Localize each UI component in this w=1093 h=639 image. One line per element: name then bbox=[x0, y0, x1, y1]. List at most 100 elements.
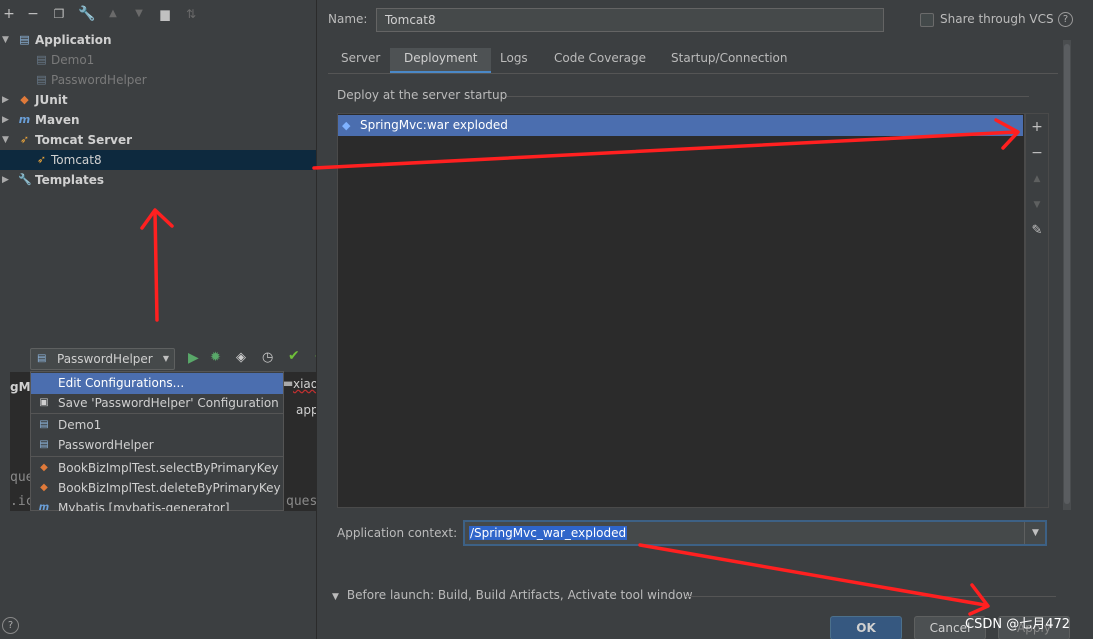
remove-icon[interactable]: − bbox=[1027, 143, 1047, 163]
application-icon: ▤ bbox=[39, 439, 49, 450]
share-vcs-label[interactable]: Share through VCS bbox=[940, 12, 1054, 26]
tree-item-templates[interactable]: ▶ 🔧 Templates bbox=[0, 170, 316, 190]
tomcat-icon: ➶ bbox=[36, 153, 47, 166]
collapse-arrow-icon[interactable]: ▶ bbox=[2, 110, 12, 130]
tab-deployment[interactable]: Deployment bbox=[390, 48, 492, 74]
menu-item-label: Edit Configurations... bbox=[58, 376, 185, 390]
tab-code-coverage[interactable]: Code Coverage bbox=[554, 48, 646, 74]
run-config-selector[interactable]: ▤ PasswordHelper ▼ bbox=[30, 348, 175, 370]
collapse-arrow-icon[interactable]: ▶ bbox=[2, 90, 12, 110]
chevron-down-icon[interactable]: ▼ bbox=[1024, 522, 1046, 544]
configuration-tree-panel: + − ❐ 🔧 ▲ ▼ ▆ ⇅ ▼ ▤ Application ▤ Demo1 … bbox=[0, 0, 316, 605]
menu-item-label: Save 'PasswordHelper' Configuration bbox=[58, 396, 279, 410]
junit-icon: ◆ bbox=[20, 93, 29, 106]
application-context-label: Application context: bbox=[337, 526, 458, 540]
tree-item-passwordhelper[interactable]: ▤ PasswordHelper bbox=[0, 70, 316, 90]
tree-item-application[interactable]: ▼ ▤ Application bbox=[0, 30, 316, 50]
test-icon: ◆ bbox=[40, 462, 48, 473]
copy-icon[interactable]: ❐ bbox=[50, 5, 68, 23]
name-input[interactable]: Tomcat8 bbox=[376, 8, 884, 32]
collapse-arrow-icon[interactable]: ▶ bbox=[2, 170, 12, 190]
menu-item-demo1[interactable]: ▤ Demo1 bbox=[31, 415, 283, 436]
help-icon[interactable]: ? bbox=[2, 617, 19, 634]
profile-icon[interactable]: ◷ bbox=[262, 350, 273, 365]
tree-item-tomcat-server[interactable]: ▼ ➶ Tomcat Server bbox=[0, 130, 316, 150]
menu-separator bbox=[31, 413, 283, 414]
expand-arrow-icon[interactable]: ▼ bbox=[2, 130, 12, 150]
sort-icon[interactable]: ⇅ bbox=[182, 5, 200, 23]
menu-separator bbox=[31, 456, 283, 457]
tree-item-label: Demo1 bbox=[51, 53, 95, 67]
tree-item-label: Tomcat Server bbox=[35, 133, 133, 147]
application-icon: ▤ bbox=[39, 419, 49, 430]
tree-item-label: Maven bbox=[35, 113, 80, 127]
before-launch-label: Before launch: Build, Build Artifacts, A… bbox=[346, 588, 693, 602]
before-launch-toggle[interactable]: ▼ Before launch: Build, Build Artifacts, … bbox=[332, 588, 693, 602]
application-icon: ▤ bbox=[19, 33, 30, 46]
tab-server[interactable]: Server bbox=[341, 48, 380, 74]
expand-arrow-icon[interactable]: ▼ bbox=[2, 30, 12, 50]
edit-icon[interactable]: ✎ bbox=[1027, 221, 1047, 241]
help-icon[interactable]: ? bbox=[1058, 12, 1073, 27]
deploy-group-title: Deploy at the server startup bbox=[337, 88, 508, 102]
menu-item-label: BookBizImplTest.deleteByPrimaryKey bbox=[58, 481, 281, 495]
add-icon[interactable]: + bbox=[0, 5, 18, 23]
remove-icon[interactable]: − bbox=[24, 5, 42, 23]
run-icon[interactable]: ▶ bbox=[188, 350, 199, 366]
menu-item-label: Demo1 bbox=[58, 418, 102, 432]
menu-item-label: BookBizImplTest.selectByPrimaryKey bbox=[58, 461, 279, 475]
application-icon: ▤ bbox=[37, 353, 47, 364]
tree-item-label: Tomcat8 bbox=[51, 153, 102, 167]
move-up-icon[interactable]: ▲ bbox=[104, 5, 122, 23]
wrench-icon[interactable]: 🔧 bbox=[78, 5, 96, 23]
move-down-icon[interactable]: ▼ bbox=[1027, 195, 1047, 215]
name-label: Name: bbox=[328, 12, 368, 26]
tree-item-tomcat8[interactable]: ➶ Tomcat8 bbox=[0, 150, 316, 170]
add-icon[interactable]: + bbox=[1027, 117, 1047, 137]
tab-logs[interactable]: Logs bbox=[500, 48, 528, 74]
expand-arrow-icon[interactable]: ▼ bbox=[332, 592, 339, 602]
move-up-icon[interactable]: ▲ bbox=[1027, 169, 1047, 189]
debug-icon[interactable]: ✹ bbox=[210, 350, 221, 365]
maven-icon: m bbox=[18, 113, 31, 126]
menu-item-test-delete[interactable]: ◆ BookBizImplTest.deleteByPrimaryKey bbox=[31, 478, 283, 499]
tree-item-label: Templates bbox=[35, 173, 105, 187]
run-config-selector-value: PasswordHelper bbox=[57, 352, 153, 366]
menu-item-label: PasswordHelper bbox=[58, 438, 154, 452]
application-icon: ▤ bbox=[36, 53, 47, 66]
chevron-down-icon: ▼ bbox=[162, 354, 169, 363]
folder-add-icon[interactable]: ▆ bbox=[156, 5, 174, 23]
tree-item-maven[interactable]: ▶ m Maven bbox=[0, 110, 316, 130]
tree-item-label: Application bbox=[35, 33, 112, 47]
wrench-icon: 🔧 bbox=[18, 173, 32, 186]
scrollbar-thumb[interactable] bbox=[1064, 44, 1070, 504]
application-icon: ▤ bbox=[36, 73, 47, 86]
move-down-icon[interactable]: ▼ bbox=[130, 5, 148, 23]
run-config-menu: Edit Configurations... ▣ Save 'PasswordH… bbox=[30, 371, 284, 511]
tree-item-junit[interactable]: ▶ ◆ JUnit bbox=[0, 90, 316, 110]
deployment-item[interactable]: SpringMvc:war exploded bbox=[338, 115, 1023, 136]
save-icon: ▣ bbox=[39, 397, 49, 408]
before-launch-divider bbox=[686, 596, 1056, 597]
menu-item-save-configuration[interactable]: ▣ Save 'PasswordHelper' Configuration bbox=[31, 393, 283, 414]
tree-toolbar: + − ❐ 🔧 ▲ ▼ ▆ ⇅ bbox=[0, 5, 210, 29]
menu-item-mybatis[interactable]: m Mybatis [mybatis-generator] bbox=[31, 498, 283, 511]
application-context-value[interactable]: /SpringMvc_war_exploded bbox=[469, 526, 628, 540]
menu-item-passwordhelper[interactable]: ▤ PasswordHelper bbox=[31, 435, 283, 456]
menu-item-edit-configurations[interactable]: Edit Configurations... bbox=[31, 373, 283, 394]
tab-startup-connection[interactable]: Startup/Connection bbox=[671, 48, 787, 74]
tree-item-label: JUnit bbox=[35, 93, 68, 107]
tree-item-demo1[interactable]: ▤ Demo1 bbox=[0, 50, 316, 70]
coverage-icon[interactable]: ◈ bbox=[236, 350, 246, 365]
maven-icon: m bbox=[38, 502, 50, 511]
artifact-icon: ◆ bbox=[342, 119, 351, 132]
build-icon[interactable]: ✔ bbox=[288, 348, 300, 364]
ok-button[interactable]: OK bbox=[830, 616, 902, 639]
application-context-combo[interactable]: /SpringMvc_war_exploded bbox=[463, 520, 1047, 546]
tomcat-icon: ➶ bbox=[19, 133, 30, 146]
test-icon: ◆ bbox=[40, 482, 48, 493]
share-vcs-checkbox[interactable] bbox=[920, 13, 934, 27]
menu-item-test-select[interactable]: ◆ BookBizImplTest.selectByPrimaryKey bbox=[31, 458, 283, 479]
watermark: CSDN @七月472 bbox=[965, 617, 1071, 632]
deployment-list[interactable] bbox=[337, 113, 1025, 508]
